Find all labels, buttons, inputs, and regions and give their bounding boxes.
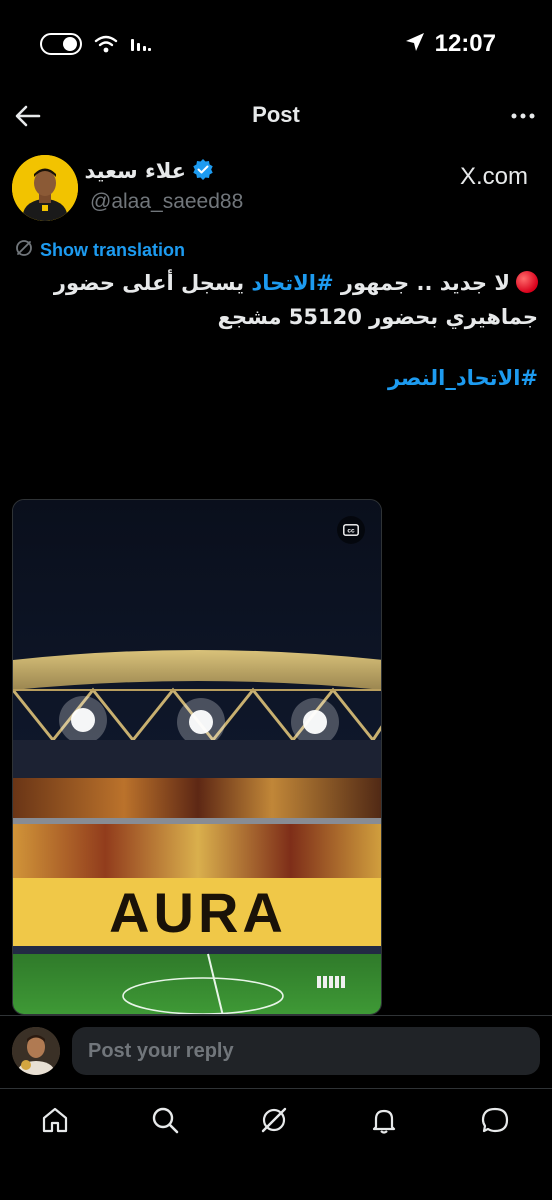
- closed-captions-button[interactable]: cc: [337, 516, 365, 544]
- stadium-video-frame: AURA: [13, 500, 381, 1014]
- post-line-1: لا جديد .. جمهور #الاتحاد يسجل أعلى حضور: [14, 266, 538, 300]
- status-icons-left: [40, 33, 152, 59]
- nav-grok[interactable]: [257, 1103, 291, 1137]
- post-text: لا جديد .. جمهور #الاتحاد يسجل أعلى حضور…: [14, 266, 538, 334]
- notifications-icon: [372, 1109, 396, 1134]
- status-icons-right: 12:07: [405, 30, 496, 58]
- author-name[interactable]: علاء سعيد: [84, 159, 186, 183]
- more-button[interactable]: [510, 104, 536, 128]
- bottom-nav: [0, 1088, 552, 1150]
- source-label: X.com: [459, 163, 528, 190]
- verified-badge-icon: [192, 158, 214, 184]
- author-avatar[interactable]: [12, 155, 78, 221]
- author-handle[interactable]: @alaa_saeed88: [90, 190, 243, 214]
- show-translation[interactable]: Show translation: [14, 238, 185, 262]
- post-line-1-prefix: لا جديد .. جمهور: [333, 271, 510, 295]
- post-line-2: جماهيري بحضور 55120 مشجع: [217, 305, 538, 329]
- more-horizontal-icon: [511, 113, 535, 119]
- reply-input[interactable]: Post your reply: [72, 1027, 540, 1075]
- toggle-icon: [40, 33, 82, 59]
- home-icon: [42, 1107, 68, 1133]
- nav-search[interactable]: [148, 1103, 182, 1137]
- wifi-icon: [94, 34, 118, 58]
- closed-captions-icon: cc: [343, 524, 359, 536]
- post-line-1-suffix: يسجل أعلى حضور: [53, 271, 252, 295]
- nav-home[interactable]: [38, 1103, 72, 1137]
- grok-icon: [261, 1107, 287, 1133]
- messages-icon: [481, 1107, 509, 1133]
- red-circle-emoji-icon: [516, 271, 538, 293]
- reply-bar: Post your reply: [0, 1015, 552, 1087]
- svg-text:cc: cc: [347, 528, 355, 535]
- tifo-banner-text: AURA: [109, 881, 287, 944]
- user-avatar[interactable]: [12, 1027, 60, 1075]
- post-video[interactable]: AURA cc: [12, 499, 382, 1015]
- nav-messages[interactable]: [478, 1103, 512, 1137]
- search-icon: [152, 1107, 179, 1134]
- location-arrow-icon: [405, 32, 425, 56]
- signal-icon: [130, 35, 152, 57]
- translate-icon: [14, 238, 34, 262]
- nav-notifications[interactable]: [367, 1103, 401, 1137]
- status-time: 12:07: [434, 30, 496, 57]
- show-translation-label[interactable]: Show translation: [40, 240, 185, 261]
- status-bar: 12:07: [0, 0, 552, 90]
- author-name-row[interactable]: علاء سعيد: [84, 158, 214, 184]
- page-title: Post: [252, 102, 300, 127]
- hashtag-link[interactable]: #الاتحاد: [251, 271, 333, 295]
- hashtag-link-2[interactable]: #الاتحاد_النصر: [388, 366, 538, 390]
- source-link[interactable]: X.com: [460, 163, 528, 191]
- post-header: Post: [0, 90, 552, 142]
